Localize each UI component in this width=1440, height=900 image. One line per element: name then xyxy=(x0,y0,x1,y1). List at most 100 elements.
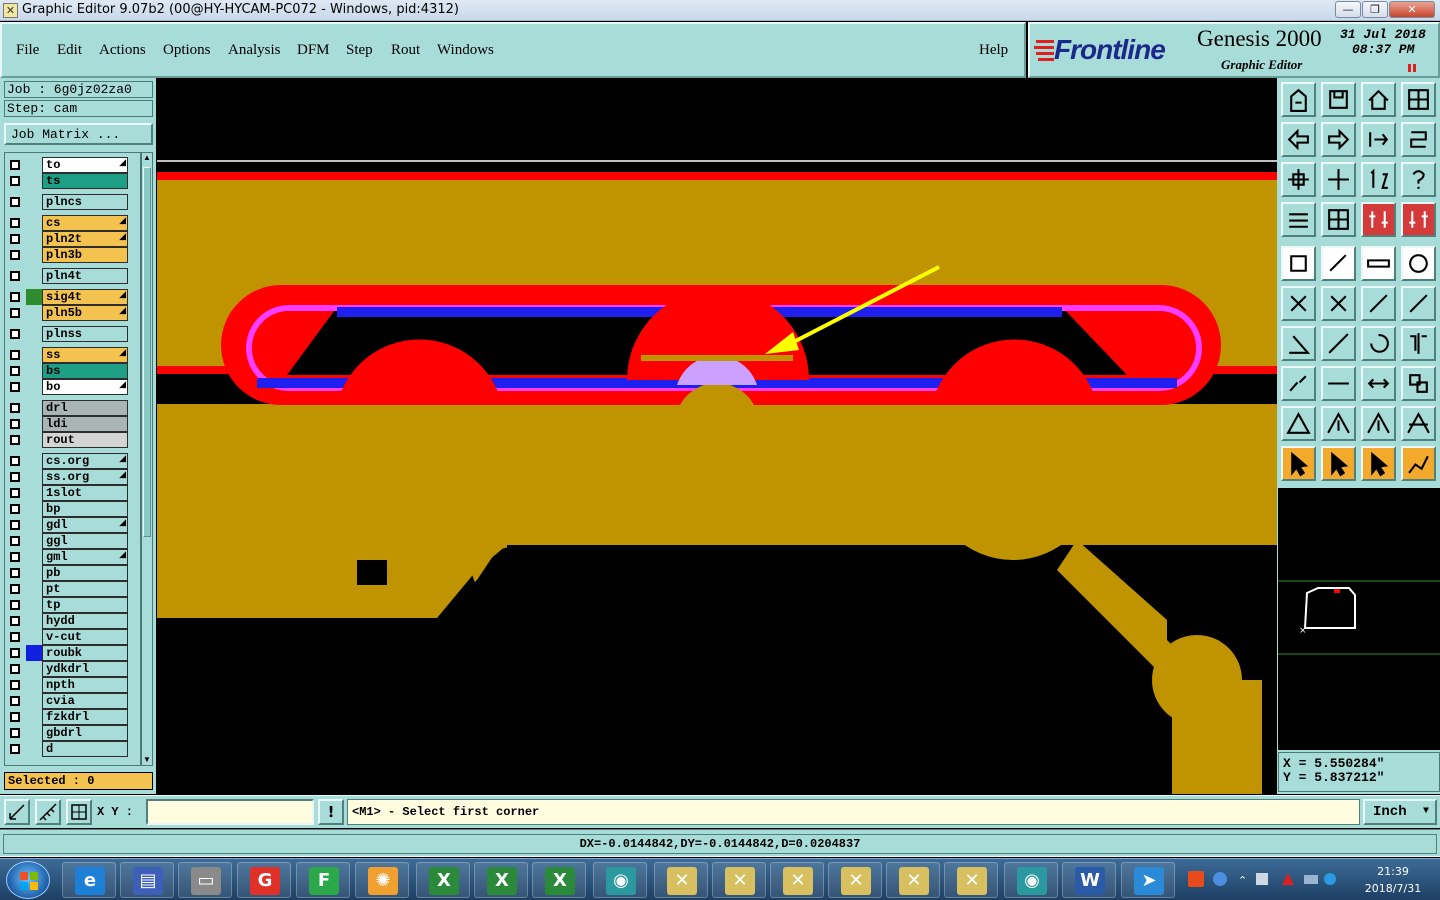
layer-row[interactable]: pt xyxy=(5,581,140,597)
start-button[interactable] xyxy=(6,861,50,899)
menu-step[interactable]: Step xyxy=(346,42,373,59)
layer-name[interactable]: pb xyxy=(42,565,128,581)
zoom-fit-button[interactable] xyxy=(4,799,30,825)
taskbar-item[interactable]: ✕ xyxy=(828,862,882,898)
layer-name[interactable]: npth xyxy=(42,677,128,693)
pan-left-button[interactable] xyxy=(1281,122,1316,157)
layer-row[interactable]: hydd xyxy=(5,613,140,629)
taskbar-item[interactable]: ➤ xyxy=(1121,862,1175,898)
layer-checkbox[interactable] xyxy=(10,419,20,429)
window-split-button[interactable] xyxy=(1401,82,1436,117)
layer-name[interactable]: gbdrl xyxy=(42,725,128,741)
layer-name[interactable]: pln4t xyxy=(42,268,128,284)
pan-right-button[interactable] xyxy=(1321,122,1356,157)
layer-name[interactable]: fzkdrl xyxy=(42,709,128,725)
layer-color-swatch[interactable] xyxy=(26,289,42,305)
layer-row[interactable]: ss ◢ xyxy=(5,347,140,363)
layer-color-swatch[interactable] xyxy=(26,305,42,321)
layer-color-swatch[interactable] xyxy=(26,645,42,661)
layer-checkbox[interactable] xyxy=(10,250,20,260)
taskbar-item[interactable]: X xyxy=(532,862,586,898)
layer-row[interactable]: drl xyxy=(5,400,140,416)
layer-row[interactable]: ss.org ◢ xyxy=(5,469,140,485)
taskbar-item[interactable]: X xyxy=(416,862,470,898)
layer-row[interactable]: rout xyxy=(5,432,140,448)
layer-row[interactable]: npth xyxy=(5,677,140,693)
job-matrix-button[interactable]: Job Matrix ... xyxy=(4,123,153,145)
taskbar-item[interactable]: ◉ xyxy=(1004,862,1058,898)
layer-name[interactable]: plnss xyxy=(42,326,128,342)
taskbar-item[interactable]: ✕ xyxy=(886,862,940,898)
menu-windows[interactable]: Windows xyxy=(437,42,494,59)
layer-row[interactable]: ggl xyxy=(5,533,140,549)
layer-color-swatch[interactable] xyxy=(26,517,42,533)
grid-tool-button[interactable] xyxy=(1321,202,1356,237)
layer-checkbox[interactable] xyxy=(10,600,20,610)
layer-color-swatch[interactable] xyxy=(26,581,42,597)
layer-checkbox[interactable] xyxy=(10,382,20,392)
menu-help[interactable]: Help xyxy=(979,42,1008,59)
layer-row[interactable]: pb xyxy=(5,565,140,581)
taskbar-item[interactable]: ✕ xyxy=(770,862,824,898)
taskbar-item[interactable]: ✕ xyxy=(654,862,708,898)
layer-row[interactable]: sig4t ◢ xyxy=(5,289,140,305)
scroll-down-icon[interactable]: ▼ xyxy=(143,755,151,765)
layer-name[interactable]: ydkdrl xyxy=(42,661,128,677)
unit-selector[interactable]: Inch ▼ xyxy=(1363,799,1437,825)
alert-button[interactable]: ! xyxy=(318,799,344,825)
taskbar-item[interactable]: F xyxy=(296,862,350,898)
layer-color-swatch[interactable] xyxy=(26,677,42,693)
layer-name[interactable]: drl xyxy=(42,400,128,416)
menu-actions[interactable]: Actions xyxy=(99,42,146,59)
layer-checkbox[interactable] xyxy=(10,292,20,302)
triangle-button[interactable] xyxy=(1281,406,1316,441)
layer-name[interactable]: sig4t xyxy=(42,289,128,305)
ruler-button[interactable] xyxy=(1361,246,1396,281)
layer-color-swatch[interactable] xyxy=(26,613,42,629)
overview-preview[interactable]: × xyxy=(1278,488,1440,750)
move-button[interactable] xyxy=(1361,286,1396,321)
layer-name[interactable]: pln2t xyxy=(42,231,128,247)
menu-options[interactable]: Options xyxy=(163,42,211,59)
open-step-button[interactable] xyxy=(1281,82,1316,117)
layer-name[interactable]: d xyxy=(42,741,128,757)
layer-checkbox[interactable] xyxy=(10,632,20,642)
layer-name[interactable]: roubk xyxy=(42,645,128,661)
layer-color-swatch[interactable] xyxy=(26,469,42,485)
layer-color-swatch[interactable] xyxy=(26,363,42,379)
layer-checkbox[interactable] xyxy=(10,403,20,413)
layer-name[interactable]: to xyxy=(42,157,128,173)
select-circle-button[interactable] xyxy=(1361,446,1396,481)
taskbar-item[interactable]: ▤ xyxy=(120,862,174,898)
taskbar-item[interactable]: ▭ xyxy=(178,862,232,898)
layer-row[interactable]: gml ◢ xyxy=(5,549,140,565)
layer-color-swatch[interactable] xyxy=(26,157,42,173)
grid-button[interactable] xyxy=(66,799,92,825)
layer-color-swatch[interactable] xyxy=(26,400,42,416)
layer-checkbox[interactable] xyxy=(10,680,20,690)
layer-checkbox[interactable] xyxy=(10,616,20,626)
menu-file[interactable]: File xyxy=(16,42,39,59)
layer-checkbox[interactable] xyxy=(10,584,20,594)
pcb-drawing[interactable] xyxy=(157,80,1277,794)
minimize-button[interactable]: — xyxy=(1335,1,1361,18)
taskbar-item[interactable]: ✺ xyxy=(355,862,409,898)
layer-checkbox[interactable] xyxy=(10,472,20,482)
layer-name[interactable]: gml xyxy=(42,549,128,565)
layer-color-swatch[interactable] xyxy=(26,194,42,210)
pad-button[interactable] xyxy=(1281,246,1316,281)
layer-color-swatch[interactable] xyxy=(26,709,42,725)
snap-center-button[interactable] xyxy=(1401,202,1436,237)
resize-button[interactable] xyxy=(1361,366,1396,401)
layer-row[interactable]: plnss xyxy=(5,326,140,342)
taskbar-item[interactable]: ◉ xyxy=(593,862,647,898)
taskbar-item[interactable]: G xyxy=(237,862,291,898)
layer-row[interactable]: plncs xyxy=(5,194,140,210)
layer-row[interactable]: cs.org ◢ xyxy=(5,453,140,469)
select-path-button[interactable] xyxy=(1401,446,1436,481)
layer-color-swatch[interactable] xyxy=(26,231,42,247)
layer-checkbox[interactable] xyxy=(10,160,20,170)
layer-row[interactable]: tp xyxy=(5,597,140,613)
layer-row[interactable]: cs ◢ xyxy=(5,215,140,231)
layer-name[interactable]: bp xyxy=(42,501,128,517)
